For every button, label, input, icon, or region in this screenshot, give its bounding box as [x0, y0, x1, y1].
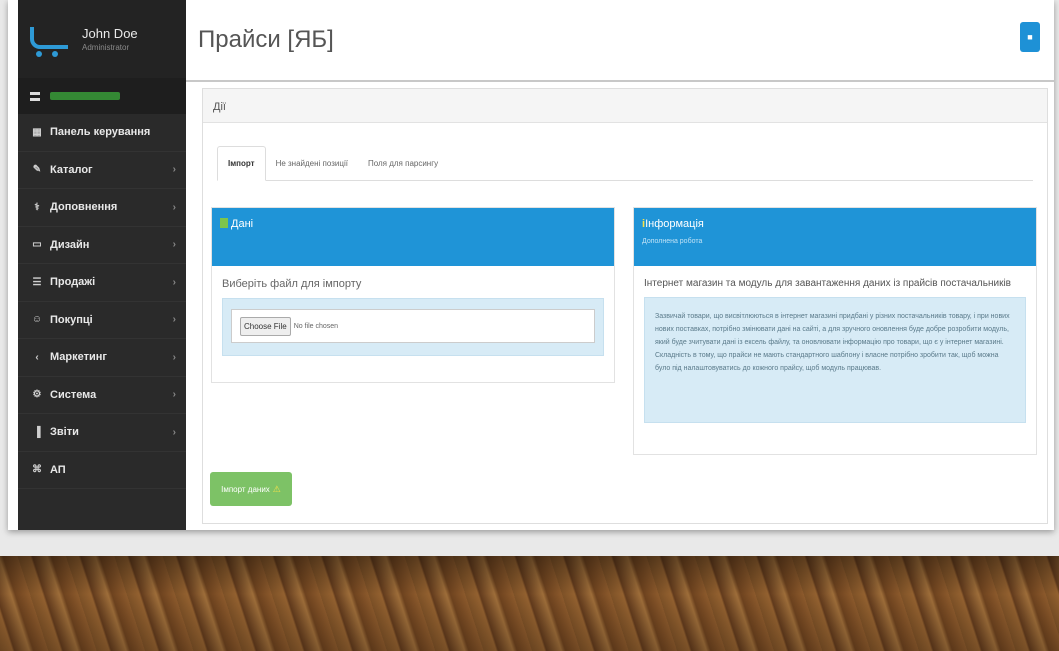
data-card: Дані Виберіть файл для імпорту Choose Fi…: [211, 207, 615, 383]
cart-logo-icon: [30, 19, 70, 59]
chevron-right-icon: ›: [172, 389, 176, 401]
navigation-header[interactable]: [18, 78, 186, 114]
panel-heading: Дії: [203, 89, 1047, 123]
profile-role: Administrator: [82, 43, 130, 52]
info-card-title: Інформація: [645, 218, 704, 230]
sidebar-item-label: АП: [50, 463, 66, 476]
sidebar-item-icon: ⚙: [32, 389, 42, 401]
sidebar-item[interactable]: ▐ Звіти ›: [18, 414, 186, 452]
floor-shading: [0, 556, 1059, 651]
save-icon: ■: [1027, 32, 1033, 42]
info-heading: Інтернет магазин та модуль для завантаже…: [644, 278, 1011, 289]
sidebar-item[interactable]: ✎ Каталог ›: [18, 152, 186, 189]
page-title: Прайси [ЯБ]: [198, 26, 334, 53]
data-card-title: Дані: [231, 218, 254, 230]
user-profile[interactable]: John Doe Administrator: [18, 0, 186, 78]
sidebar: John Doe Administrator ▦ Панель керування…: [18, 0, 186, 530]
tab-import[interactable]: Імпорт: [217, 146, 266, 181]
navigation-label: [50, 92, 120, 100]
sidebar-item[interactable]: ▭ Дизайн ›: [18, 227, 186, 264]
file-input[interactable]: Choose File No file chosen: [231, 309, 595, 343]
data-icon: [220, 218, 228, 228]
tab-parse-fields[interactable]: Поля для парсингу: [358, 147, 448, 180]
info-card-header: iІнформація Дополнена робота: [634, 208, 1036, 266]
sidebar-item-label: Доповнення: [50, 201, 118, 214]
chevron-right-icon: ›: [172, 201, 176, 213]
sidebar-item-icon: ▦: [32, 126, 42, 138]
sidebar-item-icon: ☰: [32, 276, 42, 288]
sidebar-item-icon: ☺: [31, 314, 43, 326]
warning-icon: ⚠: [272, 483, 281, 494]
sidebar-item-label: Продажі: [50, 276, 96, 289]
sidebar-item-icon: ⚕: [34, 201, 40, 213]
sidebar-item[interactable]: ⚕ Доповнення ›: [18, 189, 186, 227]
sidebar-item-icon: ▐: [33, 426, 41, 438]
sidebar-item-label: Маркетинг: [50, 351, 107, 364]
sidebar-item[interactable]: ⚙ Система ›: [18, 377, 186, 414]
sidebar-item-label: Панель керування: [50, 126, 151, 139]
info-text: Зазвичай товари, що висвітлюються в інте…: [644, 297, 1026, 423]
info-card: iІнформація Дополнена робота Інтернет ма…: [633, 207, 1037, 455]
sidebar-item-label: Дизайн: [50, 238, 90, 251]
sidebar-item-icon: ⌘: [32, 464, 42, 476]
sidebar-item-label: Система: [50, 388, 97, 401]
sidebar-item-label: Покупці: [50, 313, 93, 326]
profile-name: John Doe: [82, 26, 138, 41]
chevron-right-icon: ›: [172, 164, 176, 176]
tab-not-found[interactable]: Не знайдені позиції: [266, 147, 358, 180]
sidebar-item[interactable]: ‹ Маркетинг ›: [18, 339, 186, 377]
menu-bars-icon: [30, 91, 40, 101]
info-card-sub: Дополнена робота: [642, 238, 703, 245]
sidebar-item-icon: ▭: [32, 239, 42, 251]
import-data-button[interactable]: Імпорт даних ⚠: [210, 472, 292, 506]
sidebar-item[interactable]: ☺ Покупці ›: [18, 302, 186, 339]
tab-bar: Імпорт Не знайдені позиції Поля для парс…: [217, 145, 1033, 181]
sidebar-item[interactable]: ▦ Панель керування: [18, 114, 186, 152]
chevron-right-icon: ›: [172, 276, 176, 288]
choose-file-button[interactable]: Choose File: [240, 316, 291, 336]
data-card-subtitle: Виберіть файл для імпорту: [222, 278, 362, 290]
page-header: Прайси [ЯБ] ■: [186, 0, 1054, 82]
sidebar-item-label: Звіти: [50, 426, 79, 439]
sidebar-item-icon: ‹: [35, 351, 39, 363]
save-button[interactable]: ■: [1020, 22, 1040, 52]
sidebar-item[interactable]: ⌘ АП: [18, 452, 186, 489]
chevron-right-icon: ›: [172, 426, 176, 438]
slide-frame: John Doe Administrator ▦ Панель керування…: [8, 0, 1054, 530]
sidebar-nav: ▦ Панель керування ✎ Каталог › ⚕ Доповнення › ▭ Д…: [18, 114, 186, 489]
data-card-header: Дані: [212, 208, 614, 266]
no-file-label: No file chosen: [293, 322, 339, 330]
sidebar-item-icon: ✎: [32, 164, 42, 176]
import-button-label: Імпорт даних: [221, 484, 270, 494]
chevron-right-icon: ›: [172, 351, 176, 363]
sidebar-item-label: Каталог: [50, 163, 93, 176]
file-upload-well: Choose File No file chosen: [222, 298, 604, 356]
actions-panel: Дії Імпорт Не знайдені позиції Поля для …: [202, 88, 1048, 524]
main-content: Прайси [ЯБ] ■ Дії Імпорт Не знайдені поз…: [186, 0, 1054, 530]
chevron-right-icon: ›: [172, 314, 176, 326]
sidebar-item[interactable]: ☰ Продажі ›: [18, 264, 186, 302]
chevron-right-icon: ›: [172, 239, 176, 251]
